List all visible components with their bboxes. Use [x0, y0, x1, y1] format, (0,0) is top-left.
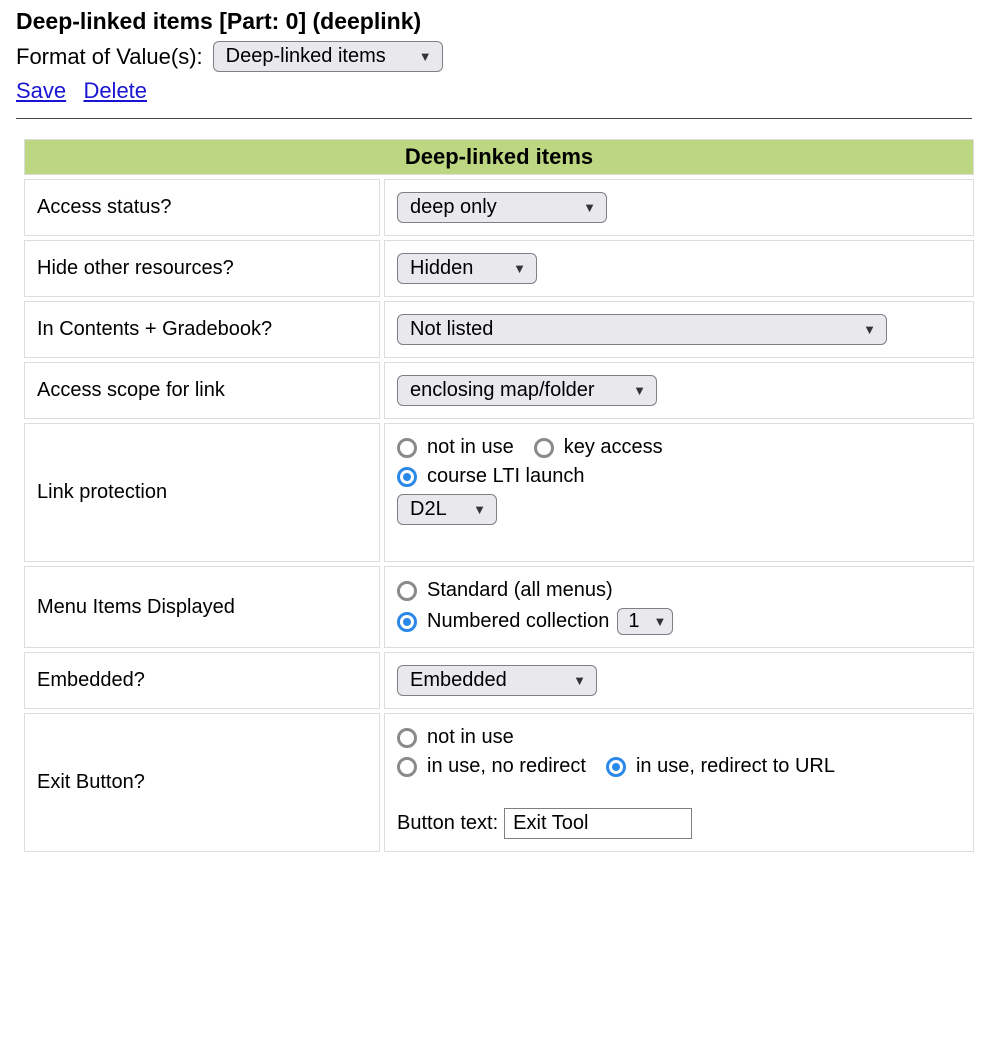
- radio-eb-redirect-label: in use, redirect to URL: [636, 755, 835, 778]
- hide-other-select[interactable]: Hidden ▼: [397, 253, 537, 284]
- format-select-value: Deep-linked items: [226, 45, 386, 68]
- access-status-select[interactable]: deep only ▼: [397, 192, 607, 223]
- radio-eb-notinuse[interactable]: [397, 728, 417, 748]
- page-title: Deep-linked items [Part: 0] (deeplink): [16, 8, 972, 35]
- row-hide-other: Hide other resources? Hidden ▼: [24, 240, 974, 297]
- row-menu-items: Menu Items Displayed Standard (all menus…: [24, 566, 974, 648]
- embedded-select[interactable]: Embedded ▼: [397, 665, 597, 696]
- radio-eb-noredirect[interactable]: [397, 757, 417, 777]
- radio-eb-notinuse-label: not in use: [427, 726, 514, 749]
- button-text-input[interactable]: Exit Tool: [504, 808, 692, 839]
- radio-eb-redirect[interactable]: [606, 757, 626, 777]
- chevron-down-icon: ▼: [473, 502, 486, 517]
- label-exit-button: Exit Button?: [24, 713, 380, 852]
- numbered-collection-select[interactable]: 1 ▼: [617, 608, 673, 635]
- row-link-protection: Link protection not in use key access co…: [24, 423, 974, 562]
- label-access-status: Access status?: [24, 179, 380, 236]
- radio-lp-keyaccess[interactable]: [534, 438, 554, 458]
- save-link[interactable]: Save: [16, 78, 66, 103]
- chevron-down-icon: ▼: [419, 49, 432, 64]
- radio-lp-notinuse-label: not in use: [427, 436, 514, 459]
- row-embedded: Embedded? Embedded ▼: [24, 652, 974, 709]
- radio-mi-numbered[interactable]: [397, 612, 417, 632]
- format-label: Format of Value(s):: [16, 44, 203, 70]
- row-access-scope: Access scope for link enclosing map/fold…: [24, 362, 974, 419]
- row-exit-button: Exit Button? not in use in use, no redir…: [24, 713, 974, 852]
- lp-lms-select[interactable]: D2L ▼: [397, 494, 497, 525]
- format-select[interactable]: Deep-linked items ▼: [213, 41, 443, 72]
- label-menu-items: Menu Items Displayed: [24, 566, 380, 648]
- radio-lp-courselti-label: course LTI launch: [427, 465, 585, 488]
- radio-eb-noredirect-label: in use, no redirect: [427, 755, 586, 778]
- row-in-contents: In Contents + Gradebook? Not listed ▼: [24, 301, 974, 358]
- delete-link[interactable]: Delete: [83, 78, 147, 103]
- chevron-down-icon: ▼: [863, 322, 876, 337]
- settings-table: Deep-linked items Access status? deep on…: [20, 135, 978, 856]
- radio-mi-standard[interactable]: [397, 581, 417, 601]
- chevron-down-icon: ▼: [633, 383, 646, 398]
- label-link-protection: Link protection: [24, 423, 380, 562]
- row-access-status: Access status? deep only ▼: [24, 179, 974, 236]
- label-access-scope: Access scope for link: [24, 362, 380, 419]
- chevron-down-icon: ▼: [653, 614, 666, 629]
- in-contents-select[interactable]: Not listed ▼: [397, 314, 887, 345]
- chevron-down-icon: ▼: [573, 673, 586, 688]
- label-in-contents: In Contents + Gradebook?: [24, 301, 380, 358]
- radio-lp-courselti[interactable]: [397, 467, 417, 487]
- divider: [16, 118, 972, 119]
- radio-mi-numbered-label: Numbered collection: [427, 610, 609, 633]
- label-embedded: Embedded?: [24, 652, 380, 709]
- access-scope-select[interactable]: enclosing map/folder ▼: [397, 375, 657, 406]
- chevron-down-icon: ▼: [583, 200, 596, 215]
- radio-lp-keyaccess-label: key access: [564, 436, 663, 459]
- radio-mi-standard-label: Standard (all menus): [427, 579, 613, 602]
- radio-lp-notinuse[interactable]: [397, 438, 417, 458]
- label-hide-other: Hide other resources?: [24, 240, 380, 297]
- chevron-down-icon: ▼: [513, 261, 526, 276]
- table-header: Deep-linked items: [24, 139, 974, 175]
- button-text-label: Button text:: [397, 812, 498, 835]
